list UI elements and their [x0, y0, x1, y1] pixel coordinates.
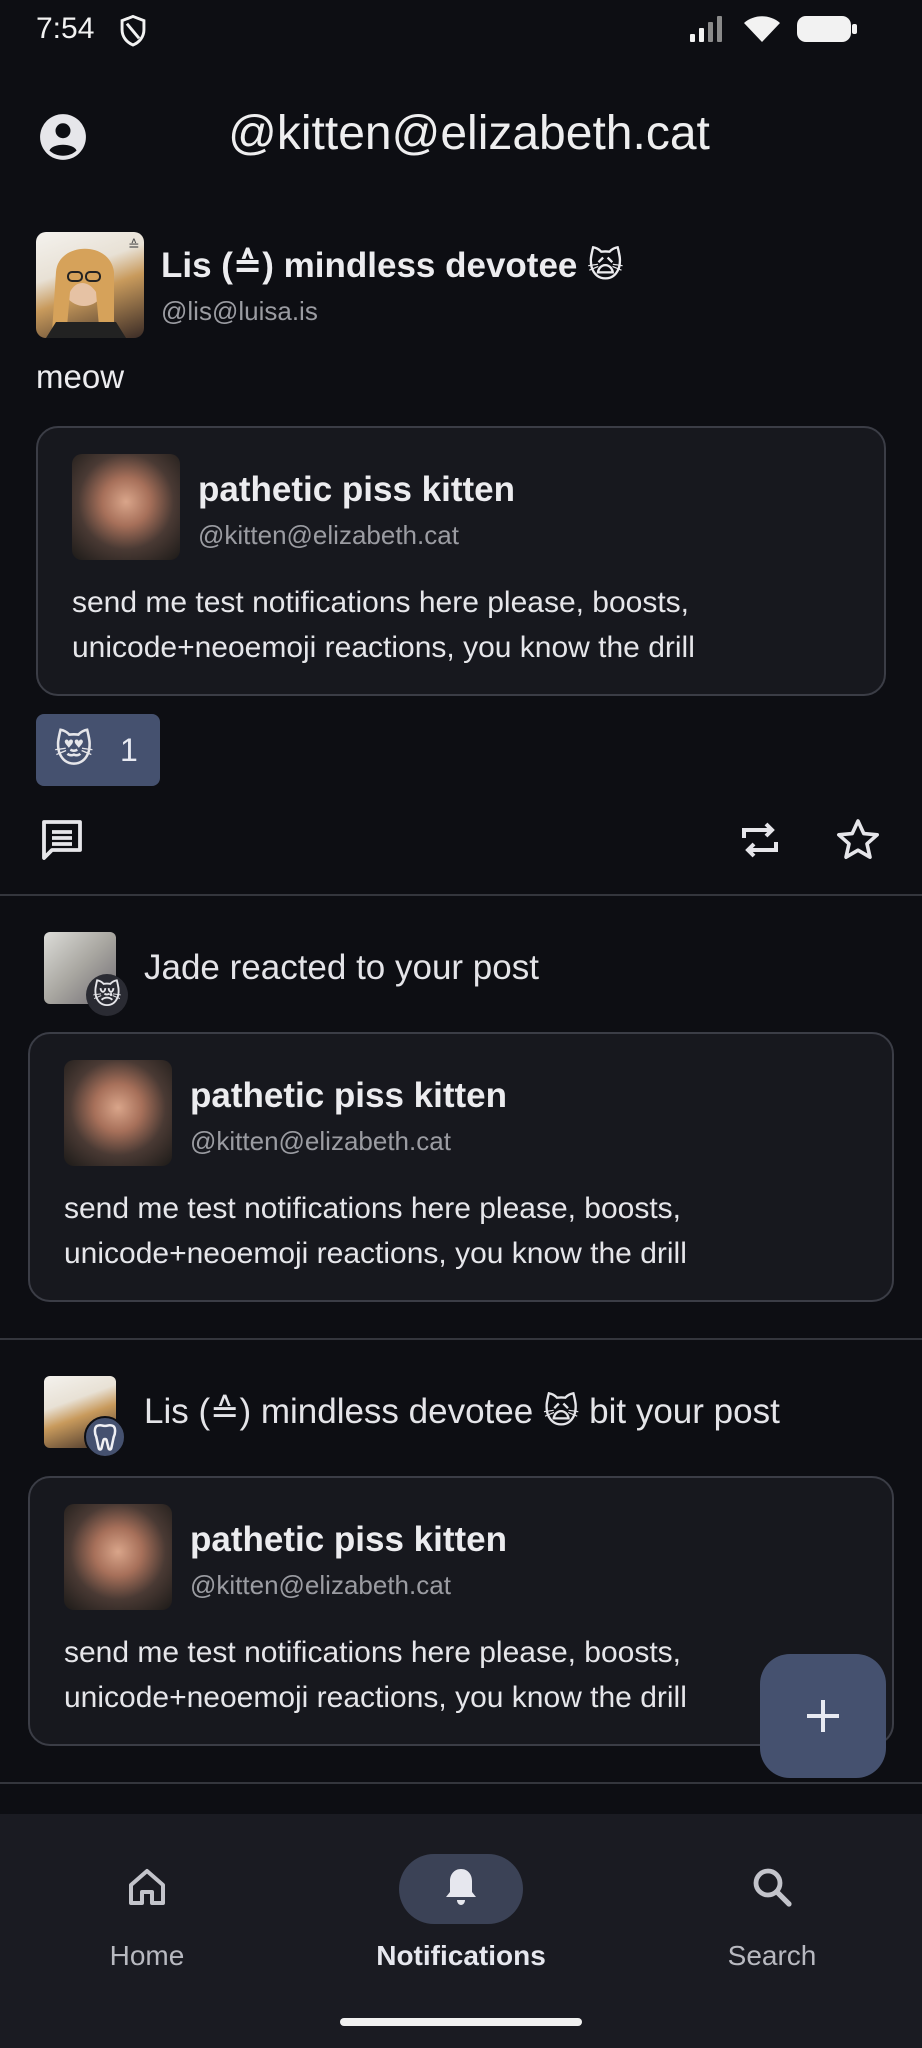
nav-label: Home — [109, 1940, 185, 1971]
nav-home[interactable]: Home — [47, 1840, 247, 1980]
quoted-handle[interactable]: @kitten@elizabeth.cat — [190, 1126, 451, 1157]
nav-notifications[interactable]: Notifications — [361, 1840, 561, 1980]
nav-search[interactable]: Search — [672, 1840, 872, 1980]
notification-post-card[interactable]: pathetic piss kitten @kitten@elizabeth.c… — [28, 1032, 894, 1302]
tooth-icon — [93, 1423, 117, 1451]
quoted-author-avatar[interactable] — [64, 1060, 172, 1166]
divider — [0, 1782, 922, 1784]
star-icon[interactable] — [834, 816, 882, 864]
quoted-body-line: send me test notifications here please, … — [72, 586, 690, 619]
quoted-display-name[interactable]: pathetic piss kitten — [190, 1520, 507, 1560]
quoted-body: send me test notifications here please, … — [64, 1630, 687, 1720]
home-indicator[interactable] — [340, 2018, 582, 2026]
compose-button[interactable] — [760, 1654, 886, 1778]
quoted-body-line: unicode+neoemoji reactions, you know the… — [64, 1237, 687, 1270]
reaction-emoji: 😻 — [54, 729, 94, 771]
plus-icon — [807, 1700, 839, 1732]
svg-text:≙: ≙ — [128, 238, 140, 254]
battery-icon — [797, 16, 857, 42]
status-time: 7:54 — [36, 12, 95, 45]
quoted-handle[interactable]: @kitten@elizabeth.cat — [198, 520, 459, 551]
top-app-bar: @kitten@elizabeth.cat — [0, 92, 922, 182]
quoted-display-name[interactable]: pathetic piss kitten — [190, 1076, 507, 1116]
quoted-author-avatar[interactable] — [64, 1504, 172, 1610]
notification-text: Lis (≙) mindless devotee 🙀 bit your post — [144, 1392, 780, 1431]
divider — [0, 894, 922, 896]
wifi-icon — [744, 16, 780, 42]
reaction-chip[interactable]: 😻 1 — [36, 714, 160, 786]
status-bar: 7:54 — [0, 0, 922, 62]
home-icon — [129, 1869, 165, 1905]
quoted-body: send me test notifications here please, … — [64, 1186, 687, 1276]
author-handle[interactable]: @lis@luisa.is — [161, 296, 318, 327]
quoted-handle[interactable]: @kitten@elizabeth.cat — [190, 1570, 451, 1601]
tooth-badge — [84, 1416, 126, 1458]
avatar-portrait: ≙ — [46, 238, 140, 338]
quoted-body-line: send me test notifications here please, … — [64, 1192, 682, 1225]
status-icons — [688, 14, 858, 44]
signal-icon — [690, 16, 722, 42]
quoted-body: send me test notifications here please, … — [72, 580, 695, 670]
repeat-icon[interactable] — [736, 816, 784, 864]
quoted-body-line: send me test notifications here please, … — [64, 1636, 682, 1669]
post-text: meow — [36, 358, 125, 395]
shield-icon — [120, 14, 146, 47]
bottom-navigation: Home Notifications Search — [0, 1814, 922, 2048]
quoted-author-avatar[interactable] — [72, 454, 180, 560]
author-avatar[interactable]: ≙ — [36, 232, 144, 338]
quoted-display-name[interactable]: pathetic piss kitten — [198, 470, 515, 510]
notification-avatar[interactable]: 😿 — [44, 932, 128, 1016]
author-display-name[interactable]: Lis (≙) mindless devotee 🙀 — [161, 246, 624, 286]
notification-avatar[interactable] — [44, 1376, 126, 1458]
search-icon — [753, 1868, 792, 1907]
reaction-badge: 😿 — [86, 974, 128, 1016]
nav-label: Notifications — [376, 1940, 546, 1971]
quoted-body-line: unicode+neoemoji reactions, you know the… — [72, 631, 695, 664]
bell-icon — [446, 1869, 476, 1905]
quoted-post-card[interactable]: pathetic piss kitten @kitten@elizabeth.c… — [36, 426, 886, 696]
divider — [0, 1338, 922, 1340]
reply-icon[interactable] — [38, 816, 86, 864]
page-title: @kitten@elizabeth.cat — [228, 107, 710, 160]
notification-text: Jade reacted to your post — [144, 948, 539, 987]
quoted-body-line: unicode+neoemoji reactions, you know the… — [64, 1681, 687, 1714]
reaction-count: 1 — [120, 732, 138, 768]
nav-label: Search — [727, 1940, 817, 1971]
